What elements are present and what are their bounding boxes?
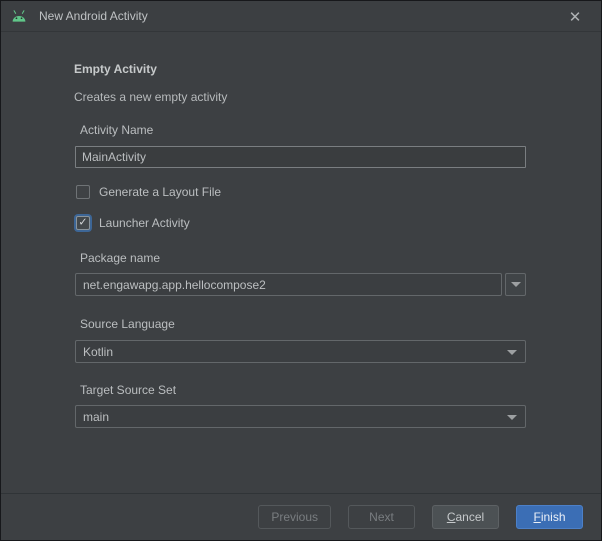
finish-mnemonic: F	[533, 510, 540, 524]
target-source-set-value: main	[83, 410, 109, 424]
generate-layout-label: Generate a Layout File	[99, 185, 221, 199]
cancel-label-rest: ancel	[455, 510, 484, 524]
previous-button[interactable]: Previous	[258, 505, 331, 529]
titlebar: New Android Activity ✕	[1, 1, 601, 32]
finish-button[interactable]: Finish	[516, 505, 583, 529]
chevron-down-icon	[507, 350, 517, 355]
window-title: New Android Activity	[39, 9, 148, 23]
activity-name-label: Activity Name	[80, 123, 153, 137]
package-name-label: Package name	[80, 251, 160, 265]
android-logo-icon	[10, 9, 28, 23]
checkmark-icon: ✓	[78, 217, 87, 228]
target-source-set-dropdown[interactable]: main	[75, 405, 526, 428]
activity-name-input[interactable]	[75, 146, 526, 168]
source-language-dropdown[interactable]: Kotlin	[75, 340, 526, 363]
chevron-down-icon	[507, 415, 517, 420]
generate-layout-checkbox[interactable]	[76, 185, 90, 199]
new-android-activity-dialog: New Android Activity ✕ Empty Activity Cr…	[0, 0, 602, 541]
close-icon[interactable]: ✕	[563, 5, 587, 29]
package-name-dropdown-button[interactable]	[505, 273, 526, 296]
package-name-combobox[interactable]: net.engawapg.app.hellocompose2	[75, 273, 526, 296]
next-button[interactable]: Next	[348, 505, 415, 529]
template-title: Empty Activity	[74, 62, 157, 76]
generate-layout-checkbox-row[interactable]: Generate a Layout File	[76, 185, 221, 199]
launcher-activity-label: Launcher Activity	[99, 216, 190, 230]
cancel-button[interactable]: Cancel	[432, 505, 499, 529]
template-description: Creates a new empty activity	[74, 90, 227, 104]
package-name-value[interactable]: net.engawapg.app.hellocompose2	[75, 273, 502, 296]
finish-label-rest: inish	[541, 510, 566, 524]
dialog-button-bar: Previous Next Cancel Finish	[1, 493, 601, 540]
launcher-activity-checkbox[interactable]: ✓	[76, 216, 90, 230]
target-source-set-label: Target Source Set	[80, 383, 176, 397]
chevron-down-icon	[511, 282, 521, 287]
launcher-activity-checkbox-row[interactable]: ✓ Launcher Activity	[76, 216, 190, 230]
source-language-label: Source Language	[80, 317, 175, 331]
source-language-value: Kotlin	[83, 345, 113, 359]
